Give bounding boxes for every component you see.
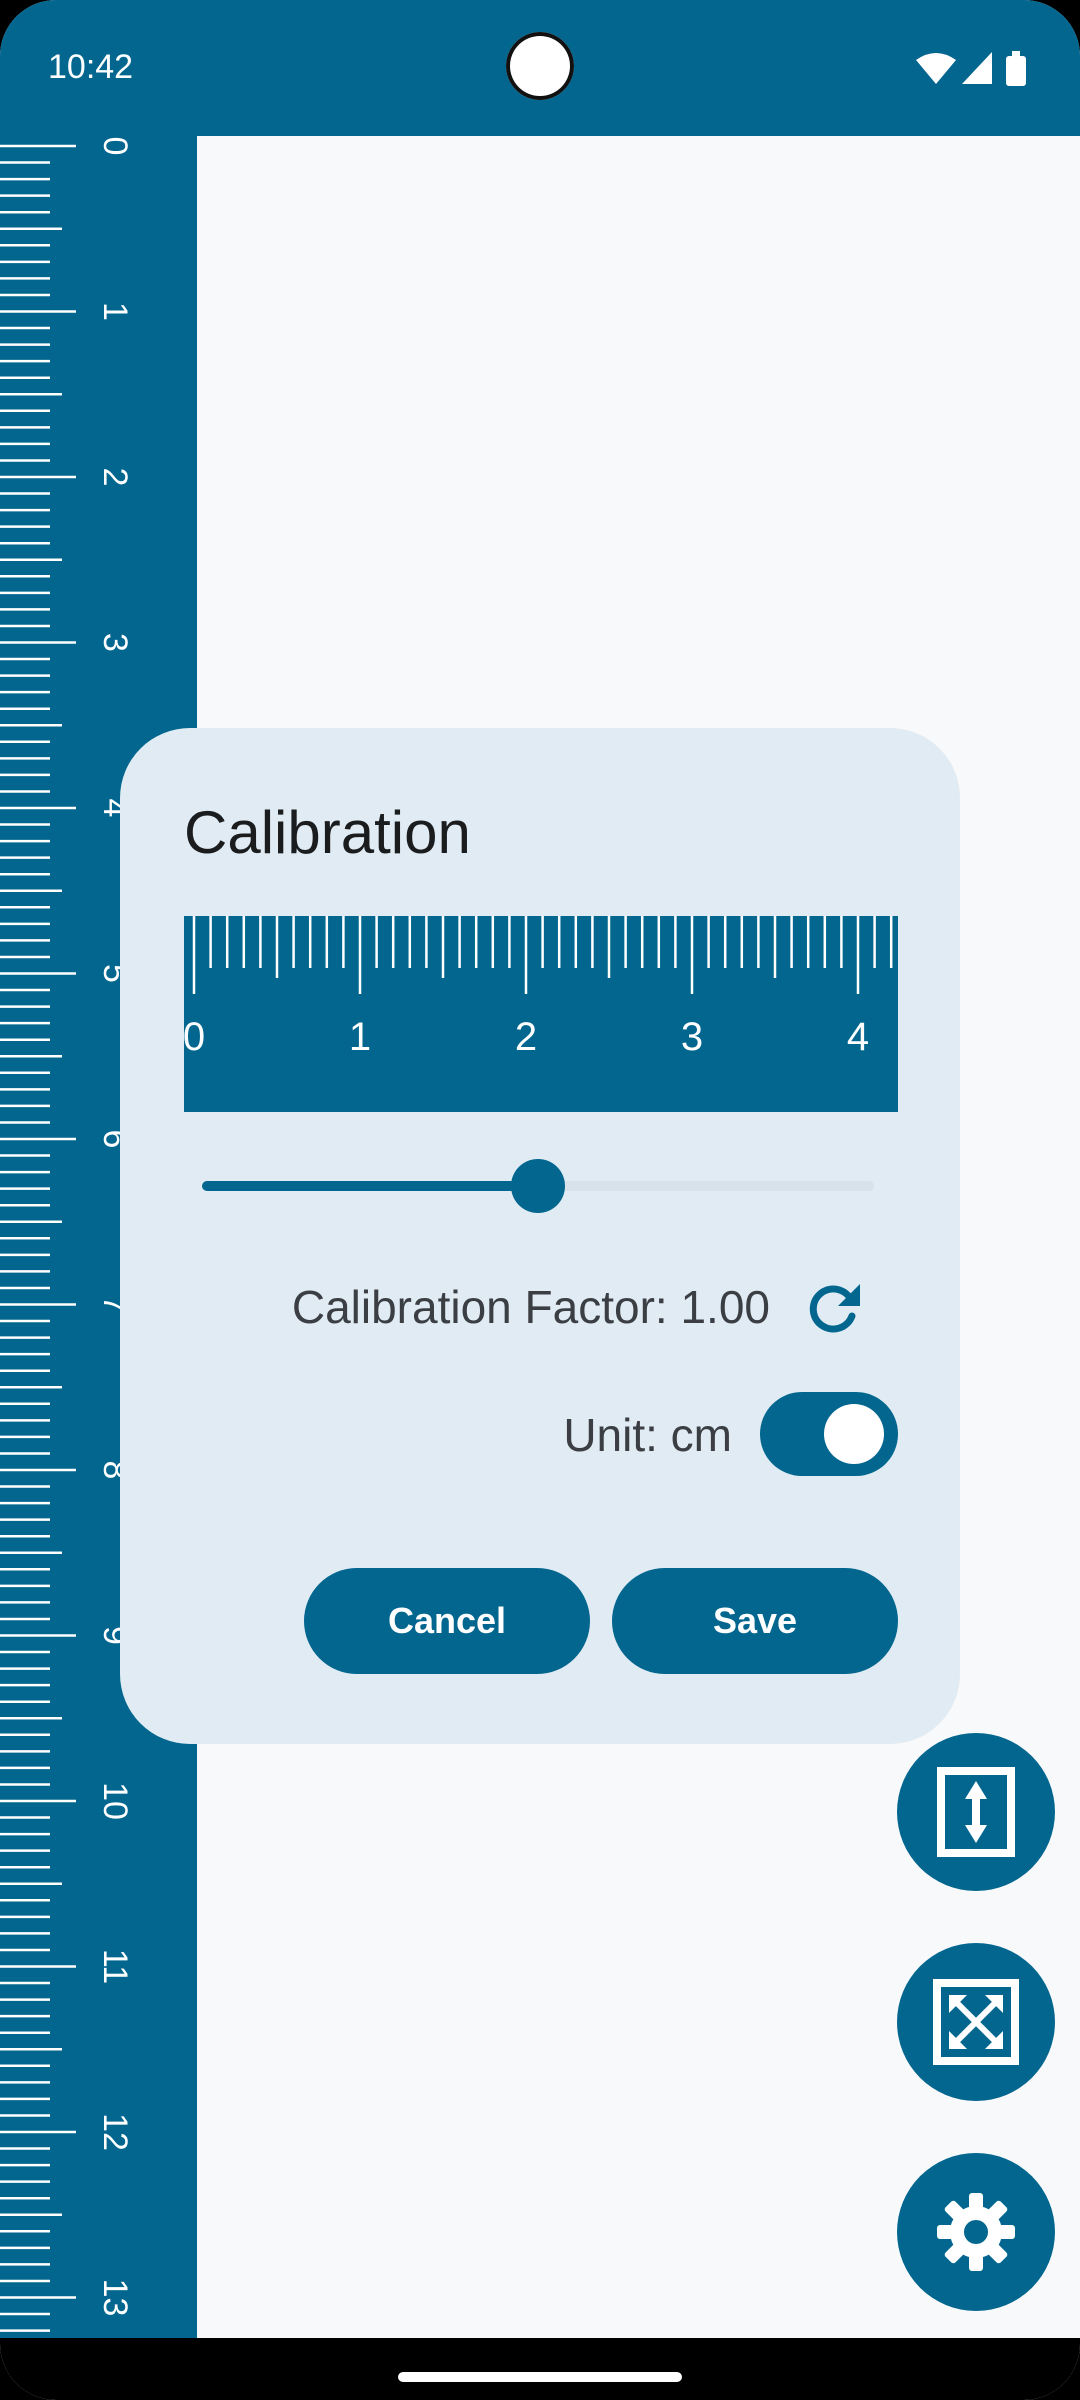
status-time: 10:42 [48,48,134,86]
reset-refresh-icon[interactable] [802,1276,866,1340]
calibration-ruler-scale: 0 1 2 3 4 [184,916,893,1059]
camera-cutout [506,32,574,100]
unit-toggle-knob [824,1404,884,1464]
calibration-ruler-label: 0 [184,1015,205,1059]
ruler-label: 13 [96,2279,134,2317]
vertical-measure-button[interactable] [897,1733,1055,1891]
calibration-ruler-label: 1 [349,1015,371,1059]
ruler-label: 3 [96,633,134,652]
signal-icon [962,52,992,84]
settings-button[interactable] [897,2153,1055,2311]
save-button[interactable]: Save [612,1568,898,1674]
unit-toggle[interactable] [760,1392,898,1476]
home-gesture-handle[interactable] [398,2372,682,2382]
ruler-label: 10 [96,1782,134,1820]
ruler-label: 11 [96,1949,134,1984]
calibration-ruler-label: 3 [681,1015,703,1059]
calibration-factor-row: Calibration Factor: 1.00 [120,1268,960,1348]
status-bar: 10:42 [0,0,1080,136]
slider-thumb[interactable] [511,1159,565,1213]
calibration-factor-label: Calibration Factor: 1.00 [291,1281,770,1333]
dialog-title: Calibration [184,799,471,866]
ruler-label: 12 [96,2113,134,2151]
ruler-label: 0 [96,137,134,156]
navigation-bar [0,2338,1080,2400]
calibration-slider[interactable] [202,1154,874,1214]
settings-gear-icon [937,2193,1015,2271]
unit-row: Unit: cm [120,1390,960,1480]
cancel-button[interactable]: Cancel [304,1568,590,1674]
unit-label: Unit: cm [563,1409,732,1461]
ruler-label: 1 [96,302,134,321]
fullscreen-measure-button[interactable] [897,1943,1055,2101]
calibration-ruler-label: 4 [847,1015,869,1059]
battery-icon [1006,51,1026,86]
app-screen: 10:42 0 1 2 3 4 5 6 7 8 9 10 11 12 13 Ca… [0,0,1080,2400]
fullscreen-measure-icon [933,1979,1019,2065]
vertical-measure-icon [937,1767,1015,1857]
wifi-icon [916,53,956,84]
calibration-ruler-label: 2 [515,1015,537,1059]
calibration-dialog: Calibration 0 1 2 3 4 Calibration Factor: 1.… [120,728,960,1744]
status-icons [916,51,1026,86]
ruler-label: 2 [96,468,134,487]
calibration-preview-ruler: 0 1 2 3 4 [184,916,898,1112]
slider-active-track [202,1181,538,1191]
